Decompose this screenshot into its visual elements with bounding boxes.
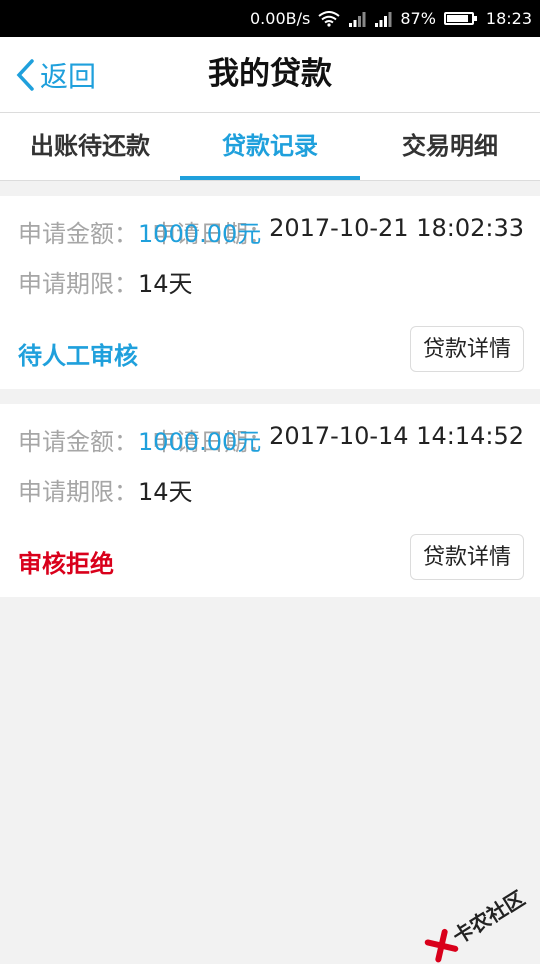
tab-transaction-details[interactable]: 交易明细	[360, 113, 540, 180]
wifi-icon	[318, 10, 340, 27]
signal-icon	[374, 11, 392, 27]
loan-detail-button[interactable]: 贷款详情	[410, 326, 524, 372]
loan-record-card: 申请金额：1000.00元 申请日期： 2017-10-21 18:02:33 …	[0, 196, 540, 389]
watermark: 卡农社区	[423, 883, 530, 964]
nav-header: 我的贷款 返回	[0, 37, 540, 113]
amount-row: 申请金额：1000.00元	[18, 214, 261, 249]
term-row: 申请期限：14天	[18, 264, 193, 299]
term-label: 申请期限：	[18, 270, 138, 298]
tab-bar: 出账待还款 贷款记录 交易明细	[0, 113, 540, 181]
tab-loan-records[interactable]: 贷款记录	[180, 113, 360, 180]
status-bar: 0.00B/s 87% 18:23	[0, 0, 540, 37]
back-label: 返回	[40, 59, 97, 93]
status-text: 待人工审核	[18, 342, 138, 370]
chevron-left-icon	[16, 58, 34, 91]
battery-icon	[443, 12, 477, 25]
amount-label: 申请金额：	[18, 220, 138, 248]
tab-pending-repayment[interactable]: 出账待还款	[0, 113, 180, 180]
date-value: 2017-10-21 18:02:33	[269, 214, 524, 242]
term-row: 申请期限：14天	[18, 472, 193, 507]
amount-row: 申请金额：1000.00元	[18, 422, 261, 457]
amount-value: 1000.00元	[138, 220, 262, 248]
watermark-text: 卡农社区	[448, 885, 529, 949]
clock: 18:23	[485, 9, 532, 28]
signal-icon	[348, 11, 366, 27]
loan-detail-button[interactable]: 贷款详情	[410, 534, 524, 580]
term-label: 申请期限：	[18, 478, 138, 506]
amount-value: 1000.00元	[138, 428, 262, 456]
network-speed: 0.00B/s	[250, 9, 311, 28]
term-value: 14天	[138, 270, 193, 298]
battery-percent: 87%	[400, 9, 436, 28]
status-text: 审核拒绝	[18, 550, 114, 578]
loan-record-card: 申请金额：1000.00元 申请日期： 2017-10-14 14:14:52 …	[0, 404, 540, 597]
date-value: 2017-10-14 14:14:52	[269, 422, 524, 450]
back-button[interactable]: 返回	[14, 37, 96, 112]
amount-label: 申请金额：	[18, 428, 138, 456]
term-value: 14天	[138, 478, 193, 506]
